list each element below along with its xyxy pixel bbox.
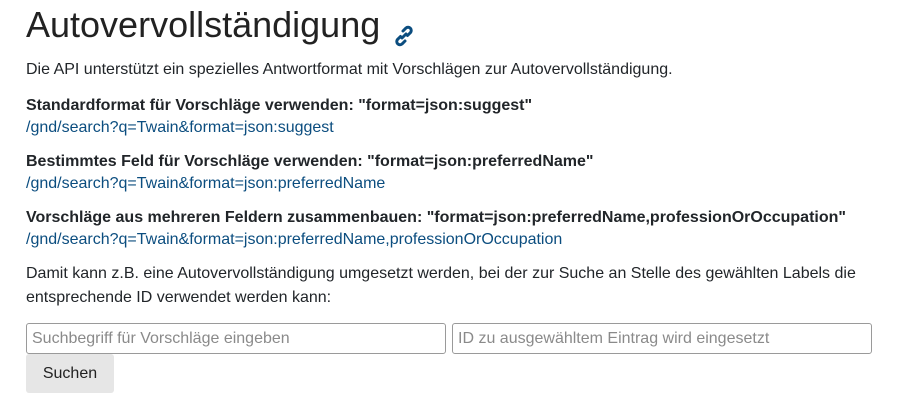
example-preferred-name: Bestimmtes Feld für Vorschläge verwenden… xyxy=(26,151,593,195)
description-text: Damit kann z.B. eine Autovervollständigu… xyxy=(26,265,856,306)
example-label: Standardformat für Vorschläge verwenden:… xyxy=(26,97,533,114)
example-label: Vorschläge aus mehreren Feldern zusammen… xyxy=(26,209,846,226)
example-multiple-fields: Vorschläge aus mehreren Feldern zusammen… xyxy=(26,207,846,251)
example-label: Bestimmtes Feld für Vorschläge verwenden… xyxy=(26,153,594,170)
link-icon[interactable] xyxy=(392,15,416,47)
intro-text: Die API unterstützt ein spezielles Antwo… xyxy=(26,61,673,78)
example-link[interactable]: /gnd/search?q=Twain&format=json:preferre… xyxy=(26,229,846,251)
autocomplete-section: Autovervollständigung Die API unterstütz… xyxy=(26,0,896,393)
example-suggest: Standardformat für Vorschläge verwenden:… xyxy=(26,95,532,139)
example-link[interactable]: /gnd/search?q=Twain&format=json:preferre… xyxy=(26,173,593,195)
example-link[interactable]: /gnd/search?q=Twain&format=json:suggest xyxy=(26,117,532,139)
autocomplete-form xyxy=(26,323,872,354)
section-title: Autovervollständigung xyxy=(26,4,381,45)
section-heading: Autovervollständigung xyxy=(26,0,896,47)
selected-id-input[interactable] xyxy=(452,323,872,354)
suggest-query-input[interactable] xyxy=(26,323,446,354)
search-button[interactable]: Suchen xyxy=(26,354,114,393)
